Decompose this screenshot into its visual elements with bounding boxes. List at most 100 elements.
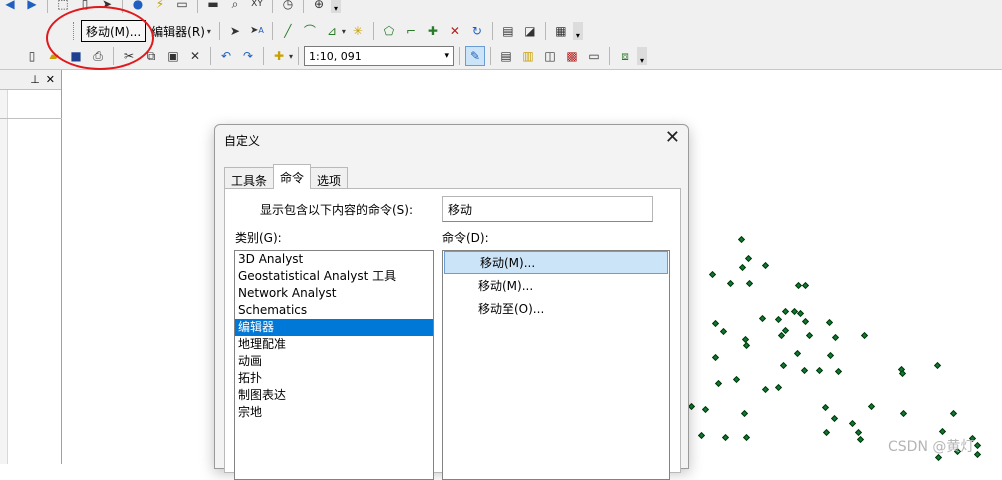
map-point <box>719 327 728 336</box>
toolbar-separator <box>271 22 273 40</box>
map-point <box>708 270 717 279</box>
map-scale-value: 1:10, 091 <box>309 49 362 63</box>
map-point <box>973 450 982 459</box>
chevron-down-icon: ▾ <box>444 51 450 61</box>
sketch-properties-icon[interactable]: ◪ <box>520 21 540 41</box>
toolbar-options-chevron[interactable]: ▾ <box>572 22 583 40</box>
toolbar-separator <box>197 0 198 13</box>
search-window-icon[interactable]: ◫ <box>540 46 560 66</box>
toolbar-separator <box>609 47 611 65</box>
map-point <box>737 235 746 244</box>
tab-commands[interactable]: 命令 <box>273 164 312 189</box>
categories-label: 类别(G): <box>235 231 282 245</box>
toolbar-separator <box>491 22 493 40</box>
toolbar-separator <box>298 47 300 65</box>
go-to-xy-icon[interactable]: XY <box>247 0 267 14</box>
reshape-feature-icon[interactable]: ⌐ <box>401 21 421 41</box>
category-item[interactable]: 3D Analyst <box>235 251 433 268</box>
map-point <box>711 319 720 328</box>
map-point <box>848 419 857 428</box>
toolbar-separator <box>272 0 273 13</box>
commands-listbox[interactable]: 移动(M)... 移动(M)... 移动至(O)... <box>442 250 670 480</box>
html-popup-icon[interactable]: ▭ <box>172 0 192 14</box>
new-document-icon[interactable]: ▯ <box>22 46 42 66</box>
map-point <box>761 385 770 394</box>
back-arrow-icon[interactable]: ◀ <box>0 0 20 14</box>
attributes-icon[interactable]: ▤ <box>498 21 518 41</box>
editor-toolbar-icon[interactable]: ✎ <box>465 46 486 66</box>
category-item-selected[interactable]: 编辑器 <box>235 319 433 336</box>
chevron-down-icon[interactable]: ▾ <box>289 52 293 61</box>
chevron-down-icon[interactable]: ▾ <box>342 27 346 36</box>
toolbar-separator <box>47 0 48 13</box>
table-of-contents-pane: ⊥ ✕ <box>0 70 62 464</box>
command-item-selected[interactable]: 移动(M)... <box>444 251 668 274</box>
watermark: CSDN @黄灯 <box>888 439 975 455</box>
command-search-input[interactable]: 移动 <box>442 196 653 222</box>
category-item[interactable]: 制图表达 <box>235 387 433 404</box>
command-item[interactable]: 移动(M)... <box>443 274 669 297</box>
rotate-icon[interactable]: ↻ <box>467 21 487 41</box>
map-point <box>701 405 710 414</box>
chevron-down-icon: ▾ <box>206 26 211 36</box>
straight-segment-icon[interactable]: ╱ <box>278 21 298 41</box>
command-item[interactable]: 移动至(O)... <box>443 297 669 320</box>
category-item[interactable]: Geostatistical Analyst 工具 <box>235 268 433 285</box>
map-point <box>826 351 835 360</box>
map-point <box>805 331 814 340</box>
category-item[interactable]: Network Analyst <box>235 285 433 302</box>
forward-arrow-icon[interactable]: ▶ <box>22 0 42 14</box>
map-point <box>687 402 696 411</box>
edit-vertices-icon[interactable]: ⬠ <box>379 21 399 41</box>
end-point-arc-icon[interactable]: ⌒ <box>300 21 320 41</box>
point-icon[interactable]: ✳ <box>348 21 368 41</box>
map-point <box>758 314 767 323</box>
catalog-icon[interactable]: ▥ <box>518 46 538 66</box>
edit-tool-icon[interactable]: ➤ <box>225 21 245 41</box>
find-icon[interactable]: ⌕ <box>225 0 245 14</box>
tab-toolbars[interactable]: 工具条 <box>224 167 275 189</box>
model-builder-icon[interactable]: ⧈ <box>615 46 635 66</box>
arctoolbox-icon[interactable]: ▩ <box>562 46 582 66</box>
delete-icon[interactable]: ✕ <box>185 46 205 66</box>
map-point <box>825 318 834 327</box>
python-window-icon[interactable]: ▭ <box>584 46 604 66</box>
add-data-icon[interactable]: ✚ <box>269 46 289 66</box>
editor-menu[interactable]: 编辑器(R) ▾ <box>148 23 214 40</box>
measure-icon[interactable]: ▬ <box>203 0 223 14</box>
category-item[interactable]: 地理配准 <box>235 336 433 353</box>
toolbar-row-top: ◀ ▶ ⬚ ▯ ➤ ● ⚡ ▭ ▬ ⌕ XY ◷ ⊕ ▾ <box>0 0 341 14</box>
map-point <box>801 317 810 326</box>
edit-annotation-icon[interactable]: ➤ A <box>247 21 267 41</box>
categories-listbox[interactable]: 3D Analyst Geostatistical Analyst 工具 Net… <box>234 250 434 480</box>
undo-icon[interactable]: ↶ <box>216 46 236 66</box>
paste-icon[interactable]: ▣ <box>163 46 183 66</box>
table-of-contents-icon[interactable]: ▤ <box>496 46 516 66</box>
map-scale-combobox[interactable]: 1:10, 091 ▾ <box>304 46 455 66</box>
toolbar-separator <box>544 22 546 40</box>
category-item[interactable]: 拓扑 <box>235 370 433 387</box>
magnifier-icon[interactable]: ⊕ <box>309 0 329 14</box>
dialog-close-button[interactable]: ✕ <box>665 129 680 147</box>
pin-icon[interactable]: ⊥ <box>30 73 40 86</box>
cut-polygons-icon[interactable]: ✚ <box>423 21 443 41</box>
category-item[interactable]: Schematics <box>235 302 433 319</box>
split-icon[interactable]: ✕ <box>445 21 465 41</box>
map-point <box>856 435 865 444</box>
hyperlink-icon[interactable]: ⚡ <box>150 0 170 14</box>
toolbar-options-chevron[interactable]: ▾ <box>331 0 341 13</box>
trace-icon[interactable]: ⊿ <box>322 21 342 41</box>
toolbar-options-chevron[interactable]: ▾ <box>637 47 648 65</box>
category-item[interactable]: 动画 <box>235 353 433 370</box>
create-features-icon[interactable]: ▦ <box>551 21 571 41</box>
map-point <box>831 333 840 342</box>
redo-icon[interactable]: ↷ <box>238 46 258 66</box>
pane-close-icon[interactable]: ✕ <box>46 73 55 86</box>
map-point <box>714 379 723 388</box>
time-slider-icon[interactable]: ◷ <box>278 0 298 14</box>
toolbar-separator <box>490 47 492 65</box>
customize-dialog: 自定义 ✕ 工具条 命令 选项 显示包含以下内容的命令(S): 移动 类别(G)… <box>214 124 689 480</box>
tab-options[interactable]: 选项 <box>310 167 349 189</box>
category-item[interactable]: 宗地 <box>235 404 433 421</box>
map-point <box>781 307 790 316</box>
